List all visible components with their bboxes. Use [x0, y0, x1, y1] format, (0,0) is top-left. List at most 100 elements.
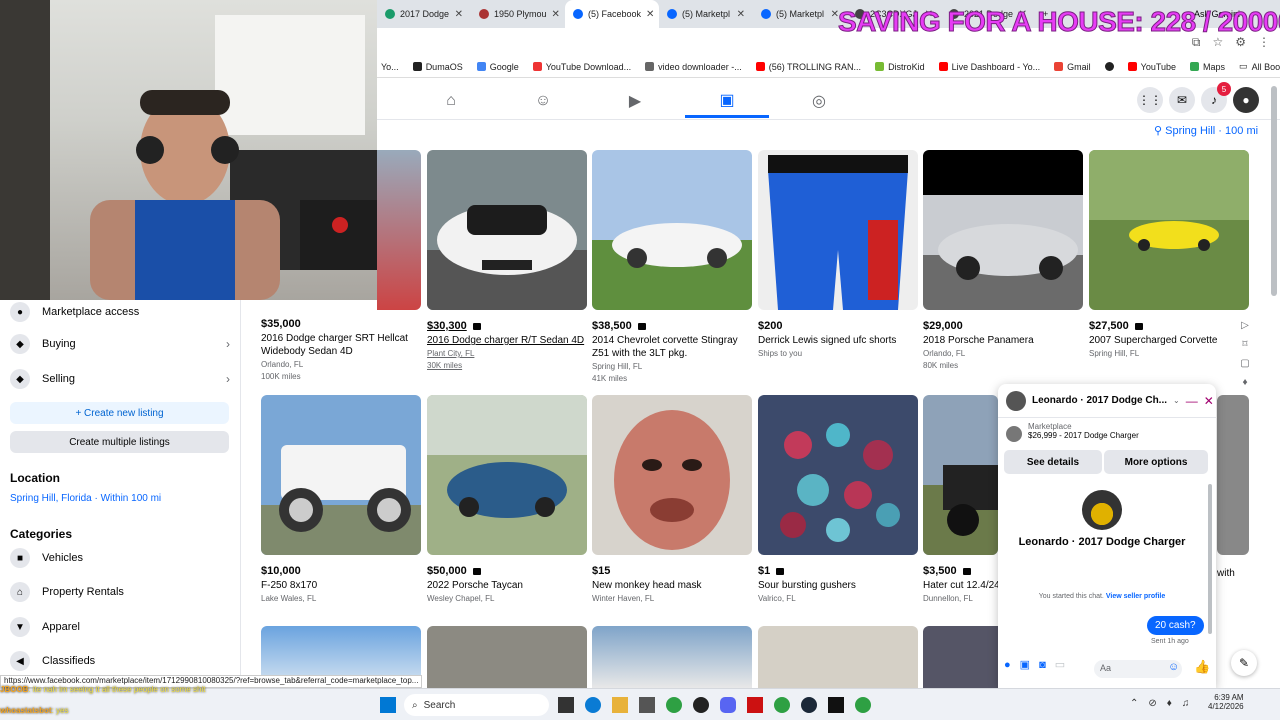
messenger-icon[interactable]: ✉	[1169, 87, 1195, 113]
chevron-up-icon[interactable]: ⌃	[1130, 698, 1138, 709]
minimize-icon[interactable]: —	[1186, 394, 1198, 408]
location-value-link[interactable]: Spring Hill, Florida · Within 100 mi	[10, 493, 161, 504]
bookmark-icon[interactable]: ⌑	[1239, 335, 1251, 354]
tab-favicon-icon	[479, 9, 489, 19]
taskbar-search[interactable]: ⌕ Search	[404, 694, 549, 716]
chrome-icon[interactable]	[774, 697, 790, 713]
home-icon[interactable]: ⌂	[409, 84, 493, 118]
browser-tab[interactable]: 1950 Plymou ✕	[471, 0, 565, 28]
chat-scrollbar[interactable]	[1208, 484, 1212, 634]
sidebar-item-apparel[interactable]: ▼ Apparel	[10, 617, 230, 637]
location-filter-link[interactable]: ⚲ Spring Hill · 100 mi	[1154, 124, 1258, 137]
menu-grid-icon[interactable]: ⋮⋮	[1137, 87, 1163, 113]
bookmark-item[interactable]: (56) TROLLING RAN...	[755, 62, 861, 72]
friends-icon[interactable]: ☺	[501, 84, 585, 118]
listing-card[interactable]: $38,500 2014 Chevrolet corvette Stingray…	[592, 150, 752, 383]
windows-start-icon[interactable]	[380, 697, 396, 713]
browser-tab[interactable]: 2017 Dodge ✕	[377, 0, 471, 28]
listing-card[interactable]: $15 New monkey head mask Winter Haven, F…	[592, 395, 752, 603]
sticker-icon[interactable]: ◙	[1039, 659, 1046, 671]
bookmark-item[interactable]: video downloader -...	[645, 62, 742, 72]
close-icon[interactable]: ✕	[552, 9, 560, 20]
chevron-down-icon[interactable]: ⌄	[1173, 396, 1180, 405]
sidebar-item-marketplace-access[interactable]: ● Marketplace access	[10, 302, 230, 322]
listing-image[interactable]	[758, 626, 918, 688]
bookmark-item[interactable]: DumaOS	[412, 62, 463, 72]
browser-tab[interactable]: (5) Marketpl ✕	[753, 0, 847, 28]
message-timestamp: Sent 1h ago	[1151, 638, 1189, 645]
image-icon[interactable]: ▣	[1020, 658, 1030, 671]
listing-card[interactable]: $27,500 2007 Supercharged Corvette Sprin…	[1089, 150, 1249, 358]
bookmark-item[interactable]: Google	[476, 62, 519, 72]
see-details-button[interactable]: See details	[1004, 450, 1102, 474]
sidebar-item-property-rentals[interactable]: ⌂ Property Rentals	[10, 582, 230, 602]
close-icon[interactable]: ✕	[737, 9, 745, 20]
bookmark-icon	[645, 62, 655, 71]
app-icon[interactable]	[747, 697, 763, 713]
sidebar-item-selling[interactable]: ◆ Selling ›	[10, 369, 230, 389]
volume-icon[interactable]: ♫	[1182, 698, 1190, 709]
play-icon[interactable]: ▷	[1239, 316, 1251, 335]
listing-card[interactable]: $200 Derrick Lewis signed ufc shorts Shi…	[758, 150, 918, 358]
listing-card[interactable]: $50,000 2022 Porsche Taycan Wesley Chape…	[427, 395, 587, 603]
mic-icon[interactable]: ♦	[1239, 373, 1251, 392]
app-icon[interactable]	[639, 697, 655, 713]
marketplace-icon[interactable]: ▣	[685, 84, 769, 118]
taskview-icon[interactable]	[558, 697, 574, 713]
bookmark-item[interactable]: Live Dashboard - Yo...	[938, 62, 1040, 72]
all-bookmarks-button[interactable]: ▭All Bookmarks	[1239, 61, 1280, 72]
video-icon[interactable]: ▶	[593, 84, 677, 118]
listing-card[interactable]: $30,300 2016 Dodge charger R/T Sedan 4D …	[427, 150, 587, 370]
mic-icon[interactable]: ♦	[1167, 698, 1172, 709]
listing-card[interactable]: $1 Sour bursting gushers Valrico, FL	[758, 395, 918, 603]
bookmark-item[interactable]: Maps	[1190, 62, 1225, 72]
listing-card[interactable]: $35,000 2016 Dodge charger SRT Hellcat W…	[261, 310, 421, 381]
sidebar-item-classifieds[interactable]: ◀ Classifieds	[10, 651, 230, 671]
emoji-icon[interactable]: ☺	[1168, 661, 1179, 673]
comment-icon[interactable]: ▢	[1239, 354, 1251, 373]
new-message-button[interactable]: ✎	[1231, 650, 1257, 676]
listing-image	[592, 395, 752, 555]
bookmark-item[interactable]: DistroKid	[875, 62, 925, 72]
listing-card[interactable]: $29,000 2018 Porsche Panamera Orlando, F…	[923, 150, 1083, 370]
bookmark-item[interactable]: YouTube	[1127, 62, 1176, 72]
listing-image[interactable]	[427, 626, 587, 688]
listing-card-partial[interactable]: with	[1217, 395, 1249, 580]
gif-icon[interactable]: ▭	[1055, 658, 1065, 671]
view-seller-profile-link[interactable]: View seller profile	[1106, 593, 1165, 600]
bookmark-item[interactable]: Yo...	[381, 62, 399, 72]
edge-icon[interactable]	[585, 697, 601, 713]
thumbs-up-icon[interactable]: 👍	[1194, 659, 1210, 675]
mic-icon[interactable]: ●	[1004, 659, 1011, 671]
browser-tab[interactable]: (5) Marketpl ✕	[659, 0, 753, 28]
explorer-icon[interactable]	[612, 697, 628, 713]
page-scrollbar[interactable]	[1271, 86, 1277, 296]
bookmark-item[interactable]: YouTube Download...	[532, 62, 631, 72]
browser-tab-active[interactable]: (5) Facebook ✕	[565, 0, 659, 28]
close-icon[interactable]: ✕	[1204, 394, 1214, 408]
taskbar-clock[interactable]: 6:39 AM 4/12/2026	[1208, 693, 1244, 711]
listing-card[interactable]: $10,000 F-250 8x170 Lake Wales, FL	[261, 395, 421, 603]
app-icon[interactable]	[693, 697, 709, 713]
create-new-listing-button[interactable]: + Create new listing	[10, 402, 229, 424]
chrome-icon[interactable]	[855, 697, 871, 713]
more-options-button[interactable]: More options	[1104, 450, 1208, 474]
sidebar-item-vehicles[interactable]: ■ Vehicles	[10, 548, 230, 568]
network-icon[interactable]: ⊘	[1148, 698, 1156, 709]
close-icon[interactable]: ✕	[646, 9, 654, 20]
app-icon[interactable]	[828, 697, 844, 713]
bookmark-item[interactable]	[1104, 62, 1114, 71]
steam-icon[interactable]	[801, 697, 817, 713]
chat-header[interactable]: Leonardo · 2017 Dodge Ch... ⌄ — ✕	[998, 384, 1216, 418]
create-multiple-listings-button[interactable]: Create multiple listings	[10, 431, 229, 453]
sidebar-item-buying[interactable]: ◆ Buying ›	[10, 334, 230, 354]
chrome-icon[interactable]	[666, 697, 682, 713]
bookmark-item[interactable]: Gmail	[1054, 62, 1091, 72]
discord-icon[interactable]	[720, 697, 736, 713]
listing-image-partial[interactable]	[377, 150, 421, 310]
avatar[interactable]: ●	[1233, 87, 1259, 113]
close-icon[interactable]: ✕	[455, 9, 463, 20]
gaming-icon[interactable]: ◎	[777, 84, 861, 118]
listing-image[interactable]	[592, 626, 752, 688]
listing-image[interactable]	[923, 626, 998, 688]
